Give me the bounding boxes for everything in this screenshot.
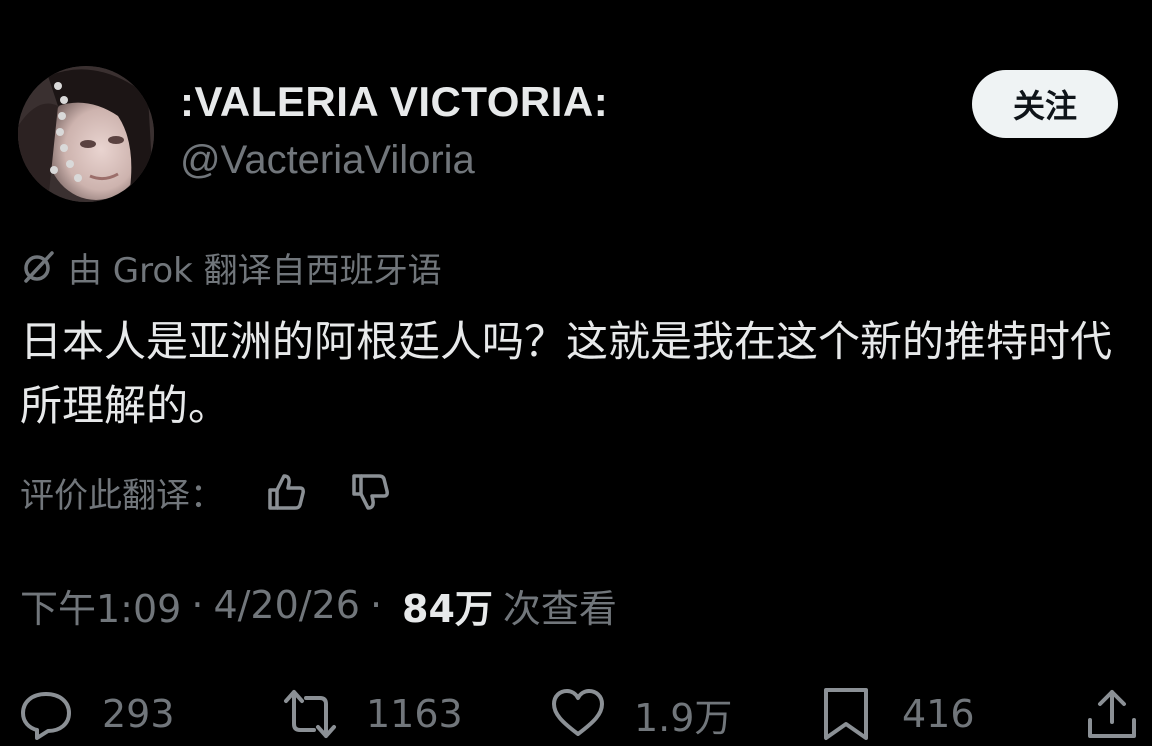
author-display-name[interactable]: :VALERIA VICTORIA: xyxy=(180,78,608,126)
views-count: 84万 xyxy=(402,586,493,631)
bookmark-count: 416 xyxy=(902,692,975,736)
like-button[interactable]: 1.9万 xyxy=(550,686,732,742)
share-button[interactable] xyxy=(1084,686,1140,742)
separator-dot: · xyxy=(369,583,383,627)
thumbs-down-icon[interactable] xyxy=(348,470,392,514)
tweet-date[interactable]: 4/20/26 xyxy=(213,583,360,627)
views-label: 次查看 xyxy=(502,586,617,631)
repost-icon xyxy=(282,686,338,742)
header-partial-glyphs-icon xyxy=(530,0,610,6)
author-handle[interactable]: @VacteriaViloria xyxy=(180,138,475,183)
follow-button[interactable]: 关注 xyxy=(972,70,1118,138)
header-partial xyxy=(530,0,610,6)
action-bar: 293 1163 1.9万 416 xyxy=(0,680,1152,746)
repost-count: 1163 xyxy=(366,692,463,736)
bookmark-icon xyxy=(818,686,874,742)
like-count: 1.9万 xyxy=(634,695,733,740)
translation-label: 由 Grok 翻译自西班牙语 xyxy=(68,250,442,291)
reply-count: 293 xyxy=(102,692,175,736)
repost-button[interactable]: 1163 xyxy=(282,686,463,742)
reply-button[interactable]: 293 xyxy=(18,686,175,742)
tweet-metadata: 下午1:09 · 4/20/26 · 84万 次查看 xyxy=(20,578,617,632)
heart-icon xyxy=(550,686,606,742)
rate-translation: 评价此翻译： xyxy=(20,466,392,518)
separator-dot: · xyxy=(191,583,204,627)
translation-attribution[interactable]: 由 Grok 翻译自西班牙语 xyxy=(20,244,442,291)
avatar-image xyxy=(18,66,154,202)
tweet-body: 日本人是亚洲的阿根廷人吗？这就是我在这个新的推特时代所理解的。 xyxy=(20,317,1113,430)
rate-translation-label: 评价此翻译： xyxy=(20,475,224,516)
grok-icon xyxy=(20,249,56,285)
reply-icon xyxy=(18,686,74,742)
avatar[interactable] xyxy=(18,66,154,202)
thumbs-up-icon[interactable] xyxy=(264,470,308,514)
tweet-detail-view: :VALERIA VICTORIA: @VacteriaViloria 关注 由… xyxy=(0,0,1152,746)
bookmark-button[interactable]: 416 xyxy=(818,686,975,742)
tweet-time[interactable]: 下午1:09 xyxy=(20,578,181,633)
share-icon xyxy=(1084,686,1140,742)
